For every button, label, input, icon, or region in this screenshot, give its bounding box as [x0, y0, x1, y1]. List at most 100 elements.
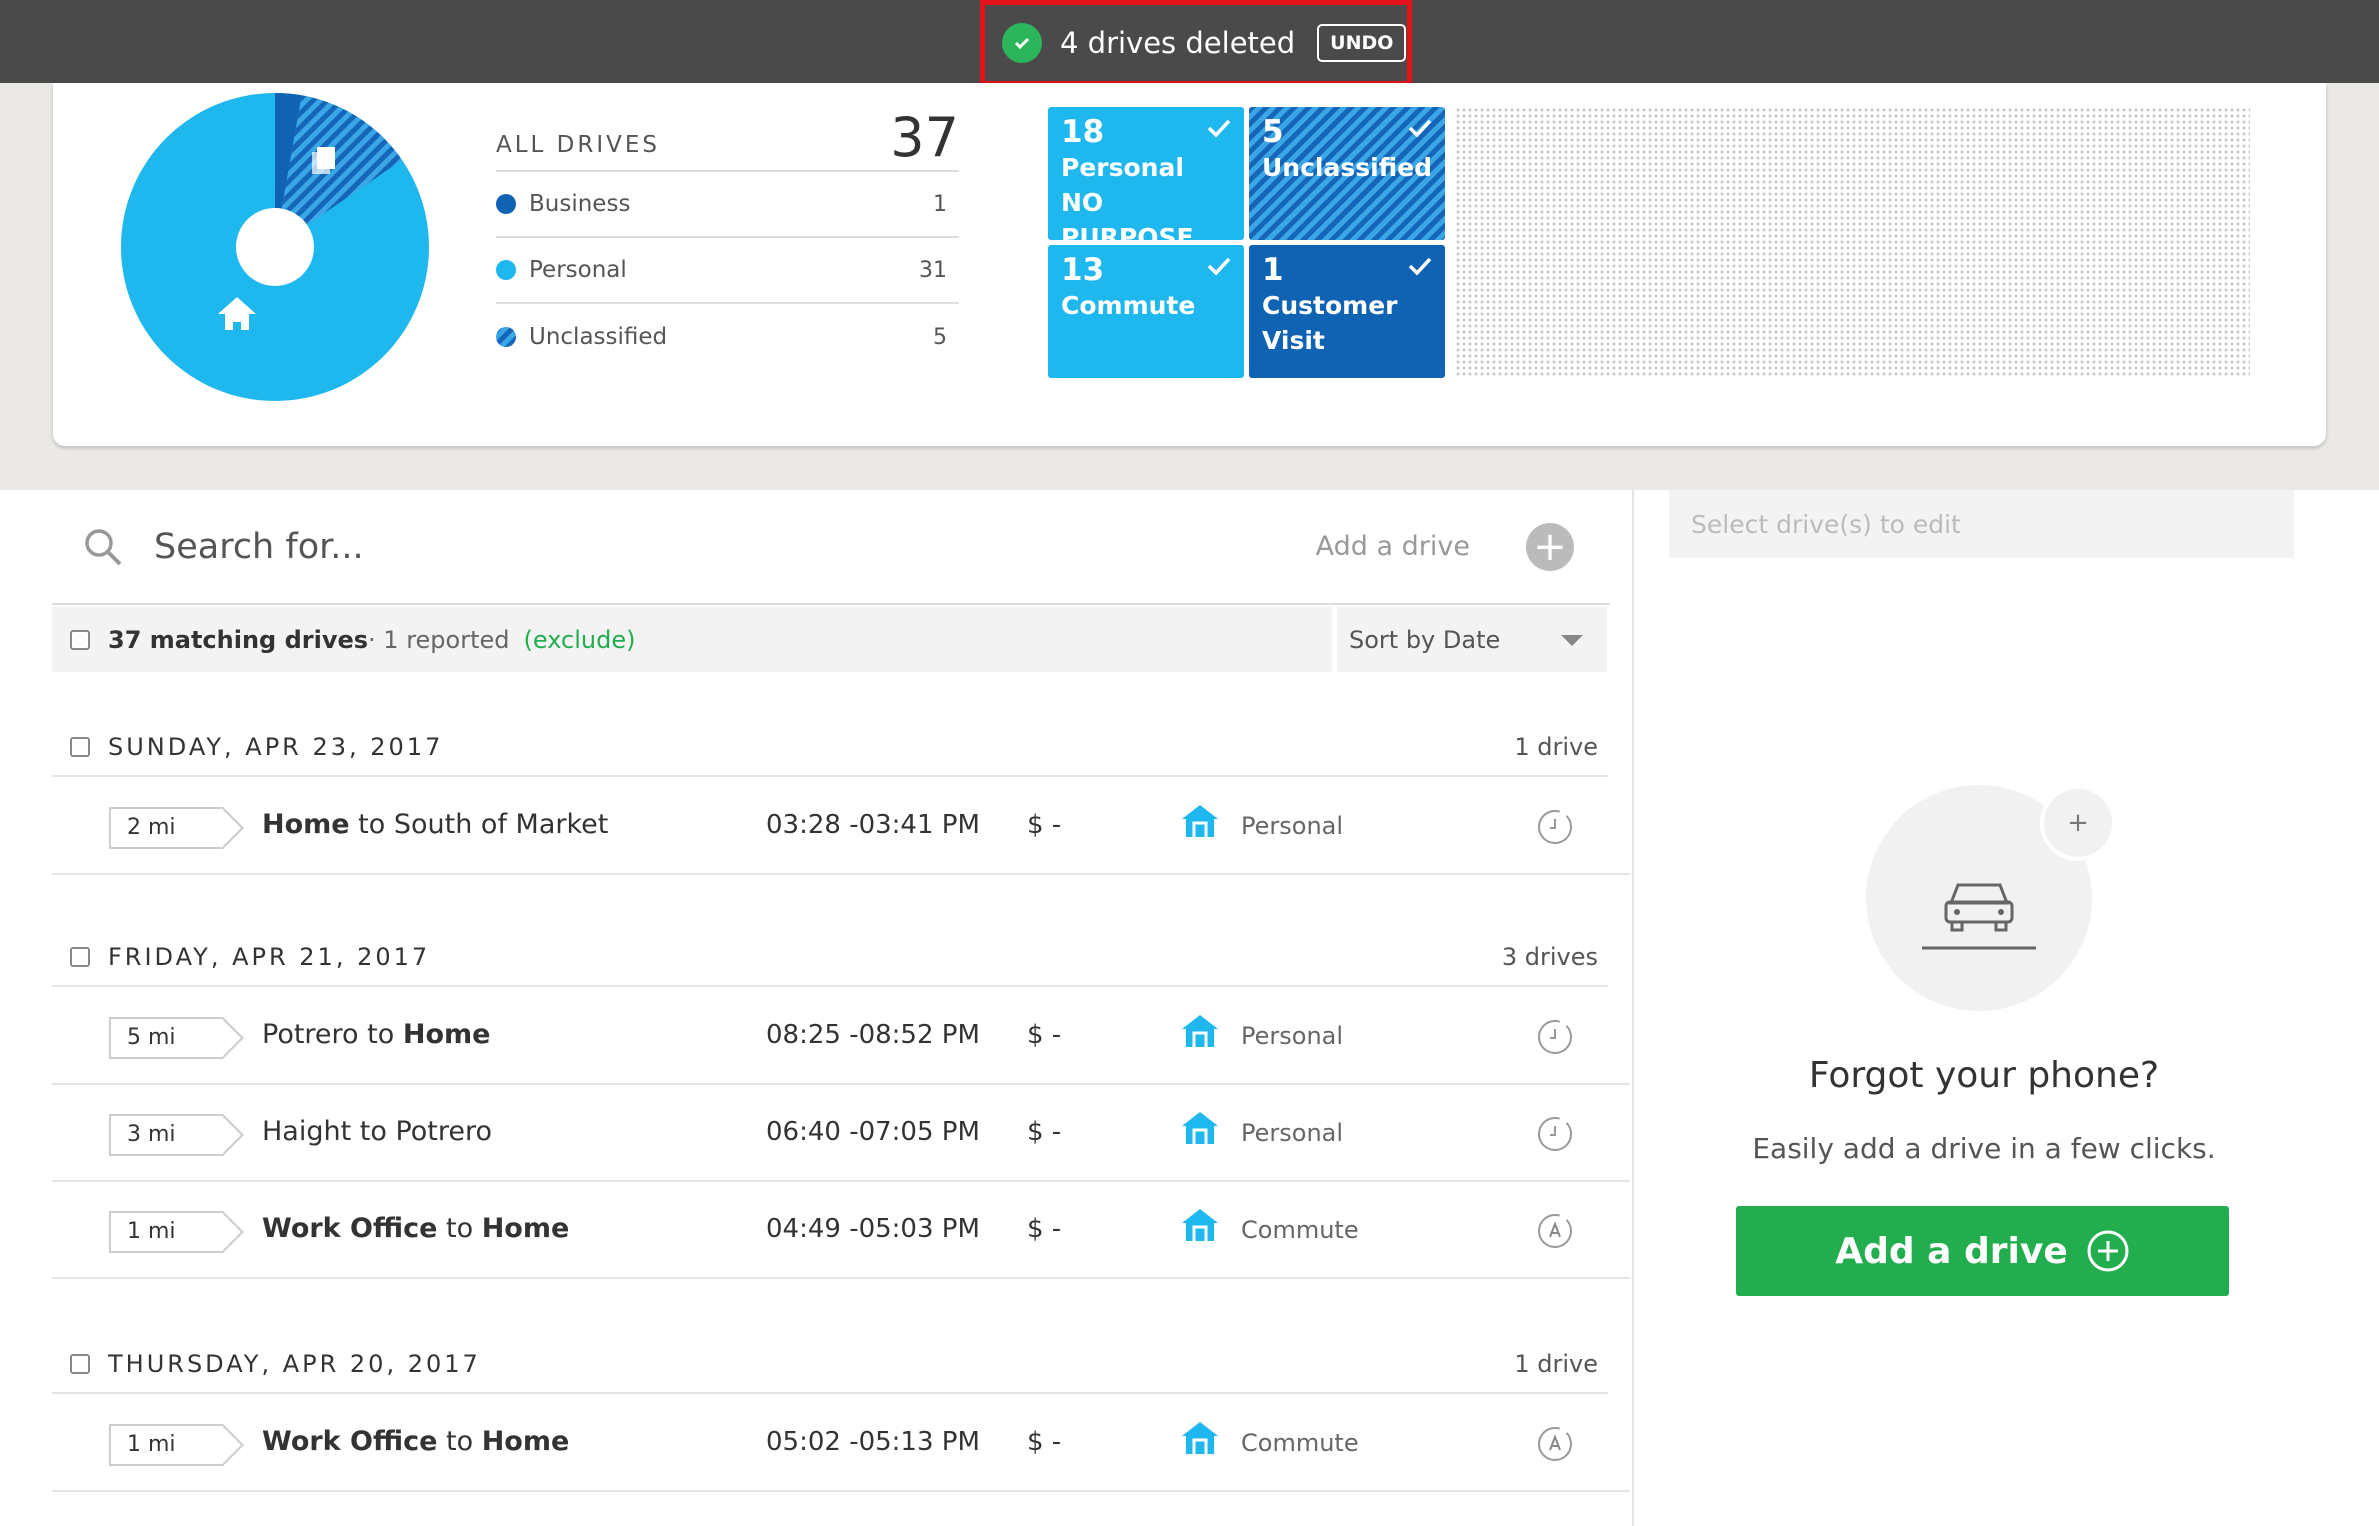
empty-tile-area — [1455, 107, 2250, 377]
drive-category[interactable]: Personal — [1241, 812, 1343, 840]
select-all-checkbox[interactable] — [70, 629, 90, 650]
legend-label: Unclassified — [529, 324, 668, 350]
legend-row-unclassified[interactable]: Unclassified 5 — [496, 304, 959, 370]
tile-label: Commute — [1061, 291, 1196, 320]
drive-category[interactable]: Personal — [1241, 1119, 1343, 1147]
drive-value: $ - — [1027, 1214, 1062, 1244]
plus-icon: + — [2040, 785, 2116, 861]
filter-row: 37 matching drives · 1 reported (exclude… — [52, 607, 1332, 672]
drives-summary-card: ALL DRIVES 37 Business 1 Personal 31 Unc… — [53, 83, 2326, 446]
legend-row-business[interactable]: Business 1 — [496, 172, 959, 238]
unclassified-dot-icon — [496, 327, 516, 347]
route-origin: Haight — [262, 1116, 352, 1147]
drive-list-panel: Add a drive + 37 matching drives · 1 rep… — [0, 490, 1632, 1526]
day-checkbox[interactable] — [70, 947, 90, 967]
legend-count: 5 — [933, 324, 947, 350]
drive-category[interactable]: Commute — [1241, 1216, 1359, 1244]
all-drives-total: 37 — [890, 106, 959, 169]
drive-route: Home to South of Market — [262, 809, 608, 840]
route-origin: Work Office — [262, 1426, 438, 1457]
route-destination: Potrero — [395, 1116, 493, 1147]
day-checkbox[interactable] — [70, 737, 90, 757]
drive-row[interactable]: 1 mi Work Office to Home 05:02 -05:13 PM… — [52, 1396, 1630, 1492]
drive-time: 04:49 -05:03 PM — [766, 1214, 980, 1244]
check-icon — [1408, 119, 1432, 138]
forgot-phone-subtitle: Easily add a drive in a few clicks. — [1752, 1132, 2216, 1165]
legend-row-personal[interactable]: Personal 31 — [496, 238, 959, 304]
drive-value: $ - — [1027, 1427, 1062, 1457]
drives-legend: ALL DRIVES 37 Business 1 Personal 31 Unc… — [496, 105, 959, 370]
add-drive-button[interactable]: Add a drive — [1736, 1206, 2229, 1296]
tile-customer-visit[interactable]: 1 Customer Visit — [1249, 245, 1445, 378]
route-connector: to — [358, 1019, 403, 1050]
drive-category[interactable]: Personal — [1241, 1022, 1343, 1050]
search-bar: Add a drive + — [52, 490, 1610, 605]
drive-edit-panel: Select drive(s) to edit + Forgot your ph… — [1632, 490, 2379, 1526]
route-origin: Home — [262, 809, 350, 840]
drive-row[interactable]: 2 mi Home to South of Market 03:28 -03:4… — [52, 779, 1630, 875]
personal-home-icon[interactable] — [1180, 1013, 1220, 1049]
auto-detected-icon[interactable] — [1535, 1211, 1575, 1251]
commute-home-icon[interactable] — [1180, 1207, 1220, 1243]
search-input[interactable] — [154, 526, 1154, 567]
exclude-link[interactable]: (exclude) — [524, 626, 636, 654]
day-title: THURSDAY, APR 20, 2017 — [108, 1350, 481, 1378]
legend-count: 31 — [919, 257, 947, 283]
route-connector: to — [351, 1116, 396, 1147]
auto-detected-icon[interactable] — [1535, 1424, 1575, 1464]
drive-category[interactable]: Commute — [1241, 1429, 1359, 1457]
drive-time: 08:25 -08:52 PM — [766, 1020, 980, 1050]
search-icon[interactable] — [82, 526, 124, 568]
day-checkbox[interactable] — [70, 1354, 90, 1374]
undo-button[interactable]: UNDO — [1317, 24, 1407, 62]
tile-personal-no-purpose[interactable]: 18 Personal NO PURPOSE — [1048, 107, 1244, 252]
personal-home-icon[interactable] — [1180, 803, 1220, 839]
route-connector: to — [349, 809, 394, 840]
day-header: FRIDAY, APR 21, 2017 3 drives — [52, 929, 1608, 987]
drive-value: $ - — [1027, 810, 1062, 840]
day-drive-count: 1 drive — [1514, 733, 1598, 761]
drive-row[interactable]: 3 mi Haight to Potrero 06:40 -07:05 PM $… — [52, 1086, 1630, 1182]
legend-label: Business — [529, 191, 631, 217]
add-drive-plus-icon[interactable]: + — [1526, 522, 1574, 571]
personal-home-icon[interactable] — [1180, 1110, 1220, 1146]
edit-drives-field[interactable]: Select drive(s) to edit — [1669, 490, 2294, 558]
tile-unclassified[interactable]: 5 Unclassified — [1249, 107, 1445, 240]
check-icon — [1207, 119, 1231, 138]
business-dot-icon — [496, 194, 516, 214]
route-destination: Home — [481, 1213, 570, 1244]
tile-sublabel: NO PURPOSE — [1061, 188, 1194, 252]
distance-tag: 1 mi — [109, 1424, 244, 1466]
tile-label: Personal — [1061, 153, 1184, 182]
distance-tag: 3 mi — [109, 1114, 244, 1156]
all-drives-label: ALL DRIVES — [496, 131, 661, 158]
drives-pie-chart — [121, 92, 429, 401]
day-drive-count: 1 drive — [1514, 1350, 1598, 1378]
chevron-down-icon — [1561, 635, 1583, 646]
commute-home-icon[interactable] — [1180, 1420, 1220, 1456]
toast-notification: 4 drives deleted UNDO — [980, 0, 1412, 86]
drive-row[interactable]: 1 mi Work Office to Home 04:49 -05:03 PM… — [52, 1183, 1630, 1279]
plus-circle-icon — [2087, 1230, 2129, 1272]
drive-row[interactable]: 5 mi Potrero to Home 08:25 -08:52 PM $ -… — [52, 989, 1630, 1085]
drive-route: Work Office to Home — [262, 1426, 569, 1457]
distance-tag: 1 mi — [109, 1211, 244, 1253]
day-title: FRIDAY, APR 21, 2017 — [108, 943, 431, 971]
clock-icon[interactable] — [1535, 807, 1575, 847]
legend-label: Personal — [529, 257, 627, 283]
clock-icon[interactable] — [1535, 1017, 1575, 1057]
day-drive-count: 3 drives — [1501, 943, 1598, 971]
drive-value: $ - — [1027, 1020, 1062, 1050]
route-destination: Home — [481, 1426, 570, 1457]
toast-bar: 4 drives deleted UNDO — [0, 0, 2379, 86]
clock-icon[interactable] — [1535, 1114, 1575, 1154]
drive-route: Haight to Potrero — [262, 1116, 492, 1147]
day-title: SUNDAY, APR 23, 2017 — [108, 733, 444, 761]
sort-dropdown[interactable]: Sort by Date — [1337, 607, 1607, 672]
check-icon — [1408, 257, 1432, 276]
legend-count: 1 — [933, 191, 947, 217]
tile-commute[interactable]: 13 Commute — [1048, 245, 1244, 378]
tile-label: Customer — [1262, 291, 1398, 320]
add-drive-button-label: Add a drive — [1835, 1230, 2068, 1272]
add-drive-link[interactable]: Add a drive — [1316, 531, 1470, 562]
